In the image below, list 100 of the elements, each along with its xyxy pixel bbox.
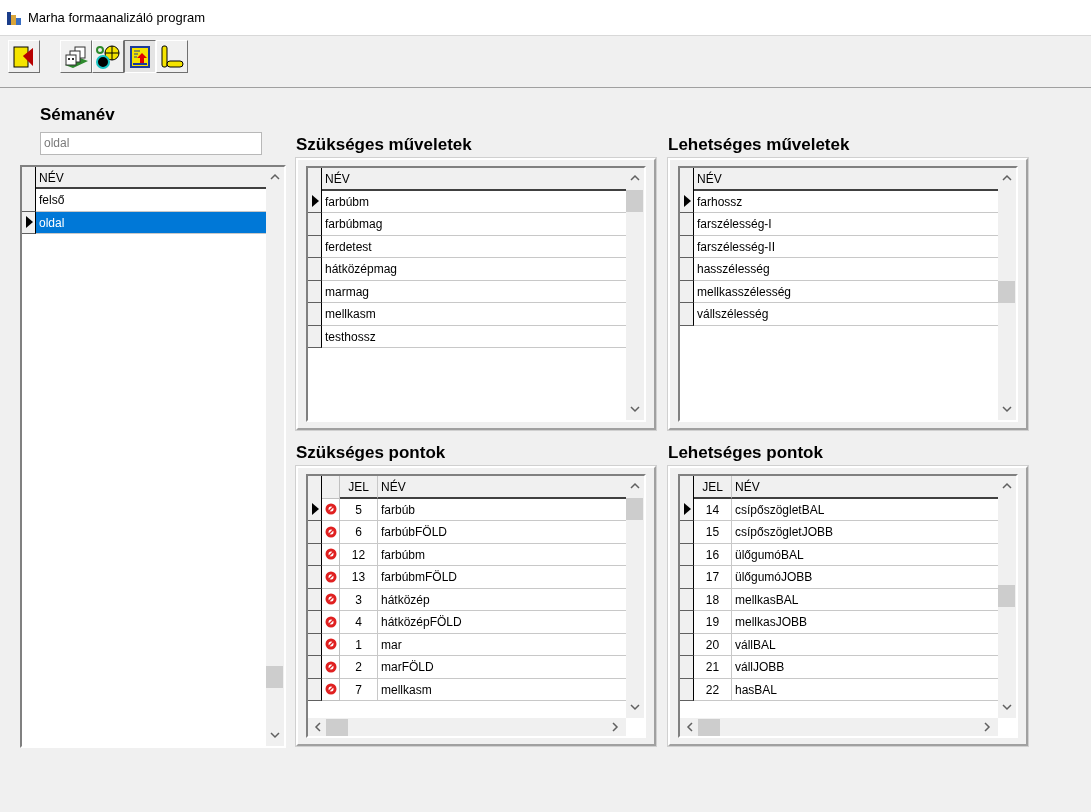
table-cell: testhossz (322, 325, 626, 348)
row-header[interactable] (308, 543, 322, 566)
row-header (308, 476, 322, 499)
row-header[interactable] (308, 566, 322, 589)
row-header[interactable] (680, 588, 694, 611)
table-cell: mellkasJOBB (732, 611, 998, 634)
scroll-thumb[interactable] (998, 584, 1015, 607)
table-cell: csípőszögletBAL (732, 498, 998, 521)
row-header[interactable] (680, 303, 694, 326)
row-header[interactable] (308, 521, 322, 544)
column-header[interactable]: NÉV (694, 168, 998, 191)
row-header[interactable] (308, 303, 322, 326)
horizontal-scrollbar[interactable] (308, 718, 626, 736)
row-header[interactable] (308, 325, 322, 348)
table-cell: mellkasm (378, 678, 626, 701)
table-cell[interactable]: felső (36, 189, 266, 212)
table-cell: ülőgumóJOBB (732, 566, 998, 589)
row-header[interactable] (308, 633, 322, 656)
panel-title: Szükséges pontok (296, 442, 447, 464)
scroll-thumb[interactable] (626, 190, 643, 212)
table-cell: 5 (340, 498, 378, 521)
vertical-scrollbar[interactable] (266, 166, 284, 746)
table-cell: ülőgumóBAL (732, 543, 998, 566)
table-cell[interactable]: oldal (36, 211, 266, 234)
row-header[interactable] (680, 678, 694, 701)
table-cell: 21 (694, 656, 732, 679)
scroll-thumb[interactable] (266, 665, 283, 688)
table-cell: 3 (340, 588, 378, 611)
table-cell: 14 (694, 498, 732, 521)
toolbar-button[interactable] (124, 40, 156, 73)
schema-name-field[interactable]: oldal (40, 131, 262, 155)
row-header[interactable] (680, 656, 694, 679)
table-cell: marFÖLD (378, 656, 626, 679)
column-header[interactable]: NÉV (732, 476, 998, 499)
row-header (680, 168, 694, 191)
row-header[interactable] (308, 678, 322, 701)
table-cell: mellkasBAL (732, 588, 998, 611)
column-header[interactable]: JEL (340, 476, 378, 499)
scroll-thumb[interactable] (626, 498, 643, 520)
table-cell: 4 (340, 611, 378, 634)
table-cell: 18 (694, 588, 732, 611)
table-cell: ferdetest (322, 235, 626, 258)
column-header[interactable]: NÉV (36, 166, 266, 189)
row-header[interactable] (680, 611, 694, 634)
row-header[interactable] (308, 258, 322, 281)
row-header[interactable] (308, 656, 322, 679)
row-header[interactable] (680, 213, 694, 236)
row-header[interactable] (308, 213, 322, 236)
row-header (22, 166, 36, 189)
door-icon (12, 44, 36, 69)
row-header[interactable] (22, 211, 36, 234)
table-cell: farszélesség-II (694, 235, 998, 258)
row-header[interactable] (308, 611, 322, 634)
row-header[interactable] (308, 190, 322, 213)
table-cell: farbúbm (322, 190, 626, 213)
table-cell: vállszélesség (694, 303, 998, 326)
table-cell: 12 (340, 543, 378, 566)
row-header[interactable] (308, 498, 322, 521)
row-header[interactable] (308, 280, 322, 303)
row-header[interactable] (680, 280, 694, 303)
column-header[interactable]: NÉV (322, 168, 626, 191)
table-cell: farhossz (694, 190, 998, 213)
table-cell: 1 (340, 633, 378, 656)
table-cell: 2 (340, 656, 378, 679)
row-header (308, 168, 322, 191)
row-header[interactable] (680, 498, 694, 521)
row-header[interactable] (22, 189, 36, 212)
table-cell: 16 (694, 543, 732, 566)
table-cell: 15 (694, 521, 732, 544)
row-header[interactable] (680, 521, 694, 544)
field-label: Sémanév (40, 104, 116, 126)
crosshair-icon (95, 43, 121, 70)
vertical-scrollbar[interactable] (626, 168, 644, 420)
row-header[interactable] (680, 258, 694, 281)
row-header[interactable] (680, 633, 694, 656)
row-header[interactable] (680, 190, 694, 213)
table-cell: mar (378, 633, 626, 656)
caliper-icon (159, 43, 185, 70)
panel-title: Lehetséges műveletek (668, 134, 851, 156)
row-header[interactable] (308, 588, 322, 611)
row-header[interactable] (308, 235, 322, 258)
table-cell: farbúbmFÖLD (378, 566, 626, 589)
table-cell: vállBAL (732, 633, 998, 656)
table-cell: 6 (340, 521, 378, 544)
scroll-thumb[interactable] (326, 718, 348, 736)
row-header[interactable] (680, 543, 694, 566)
row-header[interactable] (680, 566, 694, 589)
horizontal-scrollbar[interactable] (680, 718, 998, 736)
table-cell: 20 (694, 633, 732, 656)
row-header[interactable] (680, 235, 694, 258)
vertical-scrollbar[interactable] (998, 476, 1016, 718)
table-cell: farbúb (378, 498, 626, 521)
column-header[interactable]: NÉV (378, 476, 626, 499)
vertical-scrollbar[interactable] (998, 168, 1016, 420)
vertical-scrollbar[interactable] (626, 476, 644, 718)
scroll-thumb[interactable] (998, 281, 1015, 304)
scroll-thumb[interactable] (698, 718, 720, 736)
app-icon (6, 9, 22, 26)
row-header (680, 476, 694, 499)
column-header[interactable]: JEL (694, 476, 732, 499)
